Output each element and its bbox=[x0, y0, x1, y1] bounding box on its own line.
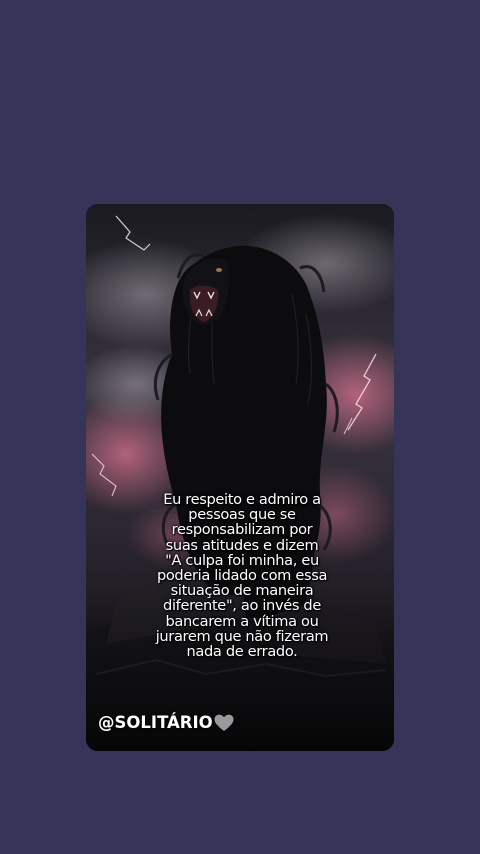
quote-line: Eu respeito e admiro a bbox=[163, 491, 321, 508]
quote-line: nada de errado. bbox=[186, 643, 298, 661]
quote-line: responsabilizam por bbox=[171, 521, 313, 539]
handle-text: @SOLITÁRIO bbox=[98, 713, 213, 732]
quote-line: "A culpa foi minha, eu bbox=[165, 551, 319, 569]
quote-line: jurarem que não fizeram bbox=[155, 627, 329, 645]
quote-line: suas atitudes e dizem bbox=[165, 536, 319, 554]
story-card[interactable]: Eu respeito e admiro a pessoas que se re… bbox=[86, 204, 394, 751]
quote-line: bancarem a vítima ou bbox=[165, 612, 319, 630]
username-handle[interactable]: @SOLITÁRIO bbox=[98, 712, 234, 734]
quote-line: poderia lidado com essa bbox=[156, 567, 328, 585]
gray-heart-icon bbox=[214, 714, 234, 731]
black-lion-icon bbox=[86, 204, 394, 751]
quote-text: Eu respeito e admiro a pessoas que se re… bbox=[144, 492, 340, 659]
quote-line: diferente", ao invés de bbox=[163, 597, 321, 615]
